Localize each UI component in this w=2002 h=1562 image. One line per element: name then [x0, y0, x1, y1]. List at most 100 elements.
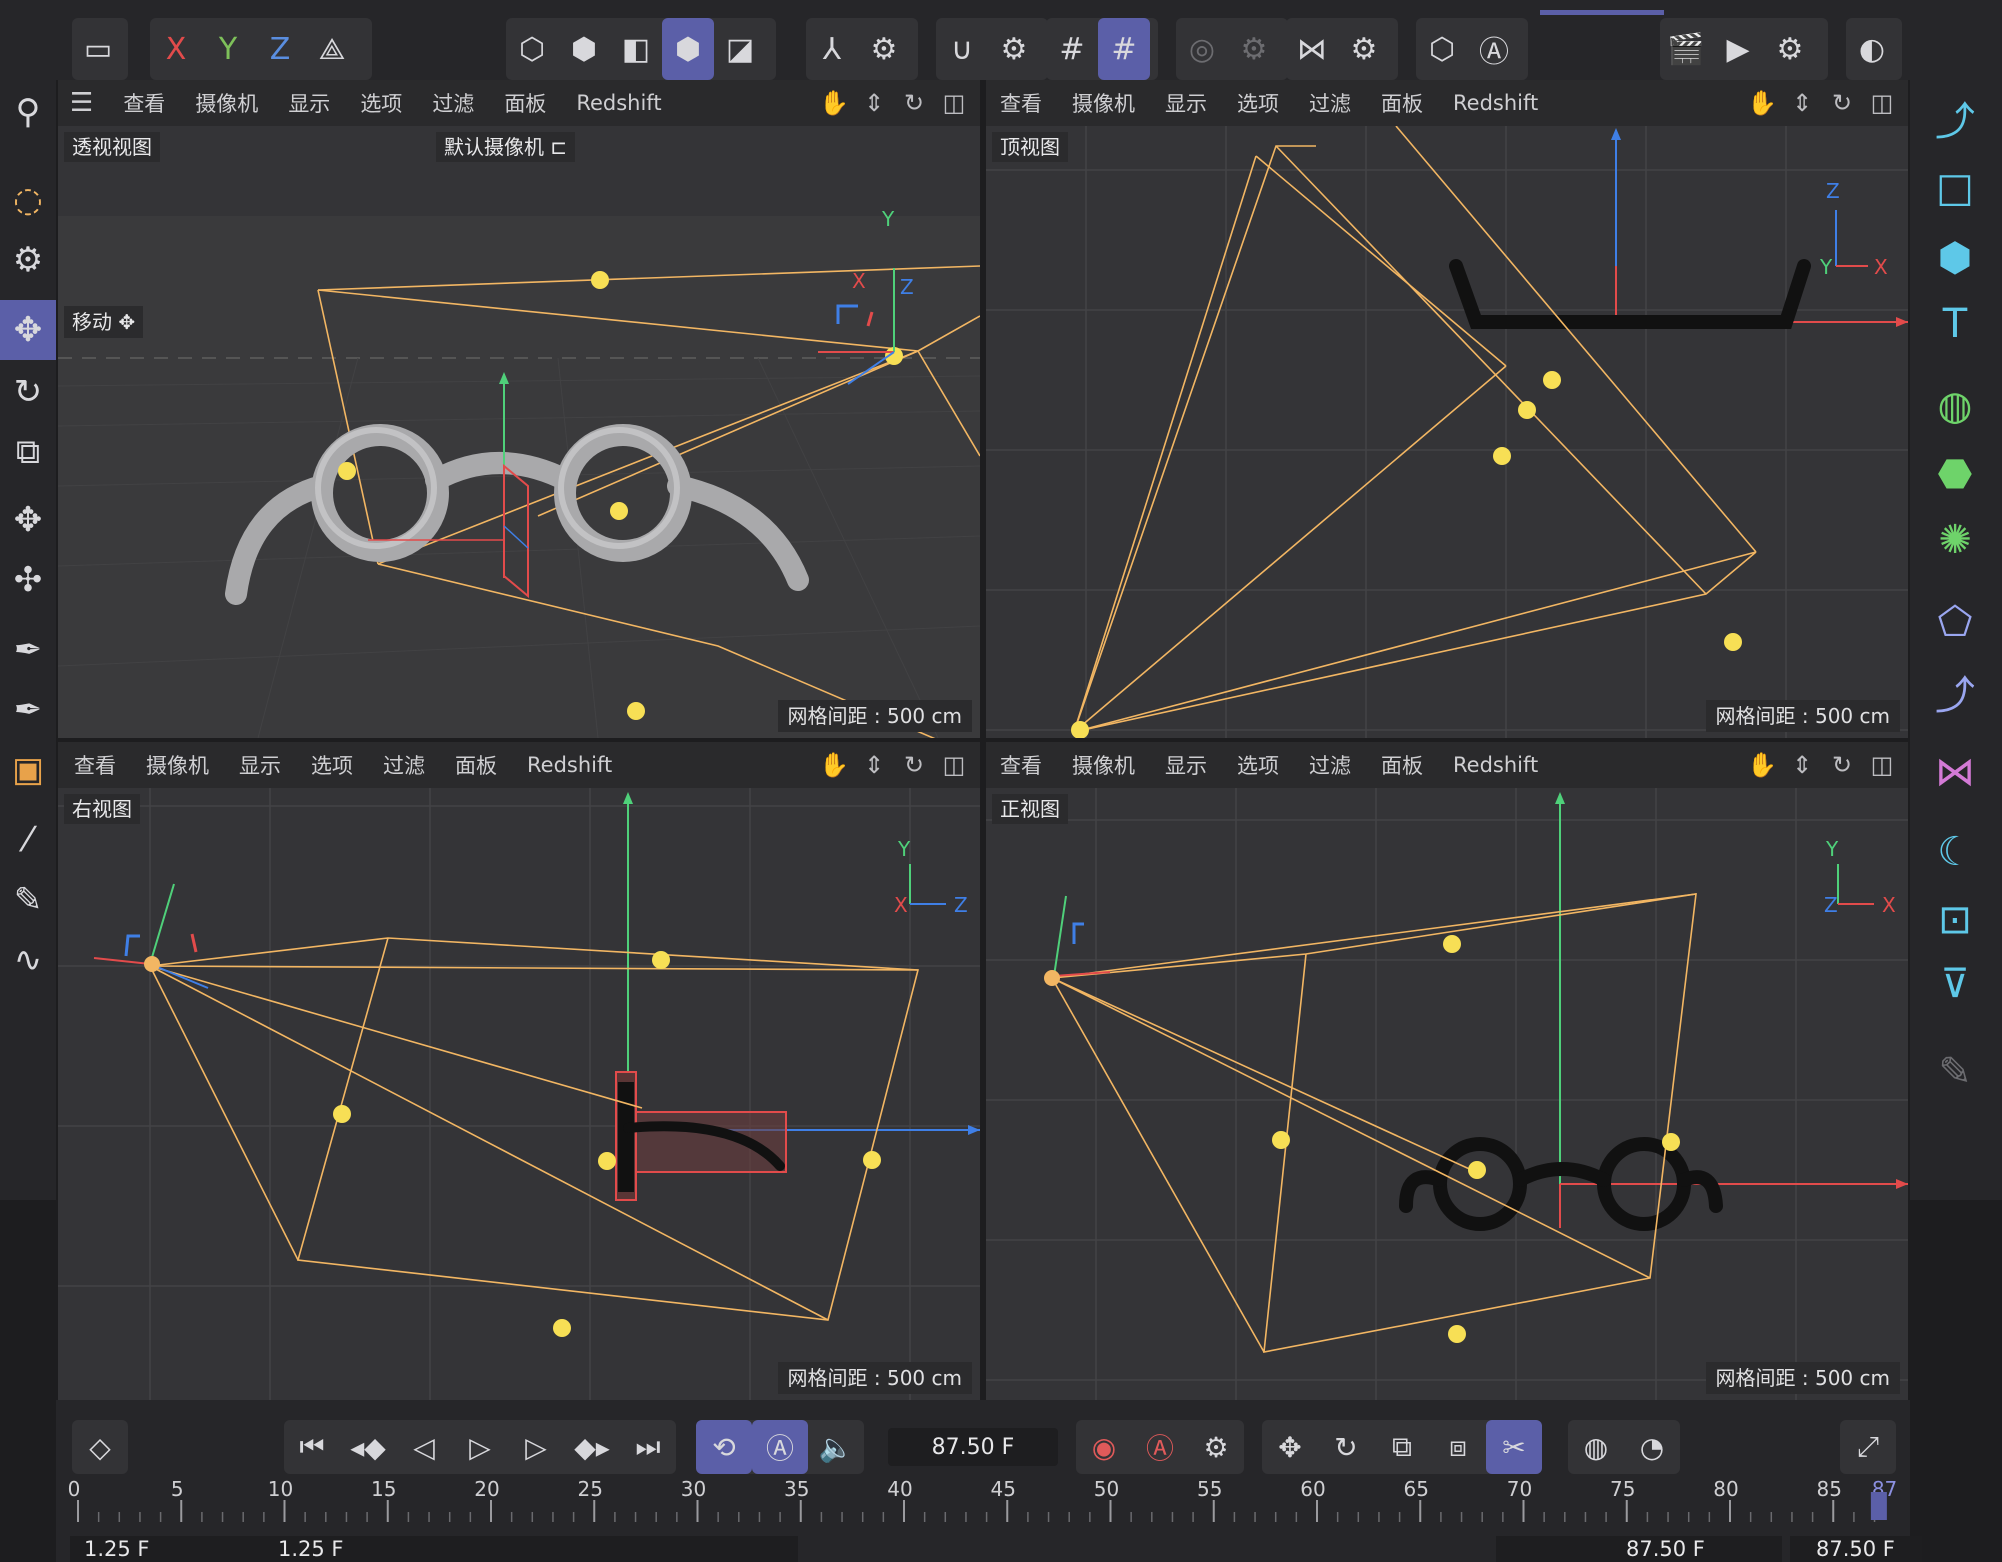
loop-icon[interactable]: ⟲: [696, 1420, 752, 1474]
environment-icon[interactable]: ☾: [1920, 820, 1990, 884]
maximize-icon[interactable]: ◫: [934, 89, 974, 117]
gear-icon[interactable]: ⚙: [988, 18, 1040, 80]
menu-camera[interactable]: 摄像机: [1072, 750, 1135, 780]
effector-icon[interactable]: ✺: [1920, 508, 1990, 572]
menu-redshift[interactable]: Redshift: [1453, 753, 1538, 777]
menu-filter[interactable]: 过滤: [383, 750, 425, 780]
menu-camera[interactable]: 摄像机: [1072, 88, 1135, 118]
menu-view[interactable]: 查看: [123, 88, 165, 118]
live-selection-icon[interactable]: ◌: [0, 170, 56, 230]
archive-icon[interactable]: ▭: [72, 18, 124, 80]
menu-panel[interactable]: 面板: [455, 750, 497, 780]
menu-redshift[interactable]: Redshift: [527, 753, 612, 777]
key-parameter-icon[interactable]: ⧈: [1430, 1420, 1486, 1474]
frame-ruler[interactable]: 0 5 10 15 20 25 30 35 40 45 50 55 60 65 70 75 80 85 87: [56, 1480, 1910, 1530]
record-icon[interactable]: ◉: [1076, 1420, 1132, 1474]
orbit-icon[interactable]: ↻: [1822, 89, 1862, 117]
object-mode-icon[interactable]: ⬢: [662, 18, 714, 80]
x-axis-lock-button[interactable]: X: [150, 18, 202, 80]
subdivision-icon[interactable]: ◍: [1920, 374, 1990, 438]
render-region-icon[interactable]: 🎬: [1660, 18, 1712, 80]
viewport-perspective[interactable]: ☰ 查看 摄像机 显示 选项 过滤 面板 Redshift ✋ ⇕ ↻ ◫ Y …: [58, 80, 980, 738]
multi-move-icon[interactable]: ✣: [0, 550, 56, 610]
viewport-front[interactable]: 查看 摄像机 显示 选项 过滤 面板 Redshift ✋ ⇕ ↻ ◫ Y Z …: [986, 742, 1908, 1400]
pan-icon[interactable]: ✋: [814, 89, 854, 117]
go-to-start-icon[interactable]: ⏮: [284, 1420, 340, 1474]
previous-key-icon[interactable]: ◂◆: [340, 1420, 396, 1474]
field-icon[interactable]: ⤴: [1920, 660, 1990, 724]
maximize-icon[interactable]: ◫: [1862, 89, 1902, 117]
menu-panel[interactable]: 面板: [1381, 750, 1423, 780]
dolly-icon[interactable]: ⇕: [1782, 89, 1822, 117]
light-icon[interactable]: ⊽: [1920, 952, 1990, 1016]
menu-display[interactable]: 显示: [1165, 88, 1207, 118]
dolly-icon[interactable]: ⇕: [1782, 751, 1822, 779]
orbit-icon[interactable]: ↻: [894, 89, 934, 117]
cloner-icon[interactable]: ⬣: [1920, 442, 1990, 506]
sketch-icon[interactable]: ∿: [0, 930, 56, 990]
preview-end-field[interactable]: 87.50 F: [1496, 1536, 1782, 1562]
pen-tool-icon[interactable]: ✒: [0, 620, 56, 680]
motion-record-icon[interactable]: ◍: [1568, 1420, 1624, 1474]
symmetry-icon[interactable]: ⋈: [1286, 18, 1338, 80]
range-start-field[interactable]: 1.25 F: [70, 1536, 264, 1562]
menu-view[interactable]: 查看: [1000, 88, 1042, 118]
xpresso-icon[interactable]: ⋈: [1920, 740, 1990, 804]
key-position-icon[interactable]: ✥: [1262, 1420, 1318, 1474]
y-axis-lock-button[interactable]: Y: [202, 18, 254, 80]
expand-timeline-icon[interactable]: ⤢: [1840, 1420, 1896, 1474]
gear-icon[interactable]: ⚙: [1338, 18, 1390, 80]
plane-icon[interactable]: □: [1920, 156, 1990, 220]
pan-icon[interactable]: ✋: [1742, 751, 1782, 779]
orbit-icon[interactable]: ↻: [1822, 751, 1862, 779]
deformer-icon[interactable]: ⬠: [1920, 590, 1990, 654]
tweak-icon[interactable]: ⚙: [0, 230, 56, 290]
transform-icon[interactable]: ✥: [0, 490, 56, 550]
key-scale-icon[interactable]: ⧉: [1374, 1420, 1430, 1474]
polygon-mode-icon[interactable]: ◧: [610, 18, 662, 80]
pan-icon[interactable]: ✋: [1742, 89, 1782, 117]
world-coordinates-icon[interactable]: ⟁: [306, 18, 358, 80]
next-frame-icon[interactable]: ▷: [508, 1420, 564, 1474]
texture-mode-icon[interactable]: ◪: [714, 18, 766, 80]
keyframe-diamond-icon[interactable]: ◇: [72, 1420, 128, 1474]
snap-magnet-icon[interactable]: ∪: [936, 18, 988, 80]
camera-switch-icon[interactable]: ⊏: [550, 135, 567, 159]
menu-filter[interactable]: 过滤: [432, 88, 474, 118]
camera-icon[interactable]: ⊡: [1920, 888, 1990, 952]
edge-mode-icon[interactable]: ⬢: [558, 18, 610, 80]
spline-boolean-icon[interactable]: ▣: [0, 740, 56, 800]
key-pla-icon[interactable]: ✂: [1486, 1420, 1542, 1474]
maximize-icon[interactable]: ◫: [1862, 751, 1902, 779]
current-frame-field[interactable]: 87.50 F: [888, 1428, 1058, 1466]
menu-display[interactable]: 显示: [1165, 750, 1207, 780]
auto-key-icon[interactable]: Ⓐ: [1468, 18, 1520, 80]
viewport-top[interactable]: 查看 摄像机 显示 选项 过滤 面板 Redshift ✋ ⇕ ↻ ◫ Z Y …: [986, 80, 1908, 738]
edit-icon[interactable]: ✎: [1920, 1040, 1990, 1104]
scale-tool-icon[interactable]: ⧉: [0, 422, 56, 482]
go-to-end-icon[interactable]: ⏭: [620, 1420, 676, 1474]
pan-icon[interactable]: ✋: [814, 751, 854, 779]
search-icon[interactable]: ⚲: [0, 82, 56, 142]
key-settings-icon[interactable]: ⚙: [1188, 1420, 1244, 1474]
cinema-logo-icon[interactable]: ◐: [1846, 18, 1898, 80]
menu-redshift[interactable]: Redshift: [576, 91, 661, 115]
render-settings-icon[interactable]: ⚙: [1764, 18, 1816, 80]
menu-filter[interactable]: 过滤: [1309, 750, 1351, 780]
isolate-icon[interactable]: ⬡: [1416, 18, 1468, 80]
menu-filter[interactable]: 过滤: [1309, 88, 1351, 118]
rotate-tool-icon[interactable]: ↻: [0, 362, 56, 422]
menu-options[interactable]: 选项: [360, 88, 402, 118]
menu-options[interactable]: 选项: [311, 750, 353, 780]
gear-icon[interactable]: ⚙: [858, 18, 910, 80]
key-rotation-icon[interactable]: ↻: [1318, 1420, 1374, 1474]
menu-options[interactable]: 选项: [1237, 88, 1279, 118]
camera-label[interactable]: 默认摄像机 ⊏: [436, 132, 576, 162]
menu-camera[interactable]: 摄像机: [195, 88, 258, 118]
playback-rate-icon[interactable]: Ⓐ: [752, 1420, 808, 1474]
brush-icon[interactable]: ⁄: [0, 810, 56, 870]
menu-view[interactable]: 查看: [74, 750, 116, 780]
menu-view[interactable]: 查看: [1000, 750, 1042, 780]
audio-icon[interactable]: 🔈: [808, 1420, 864, 1474]
grid-snap-icon[interactable]: #: [1046, 18, 1098, 80]
